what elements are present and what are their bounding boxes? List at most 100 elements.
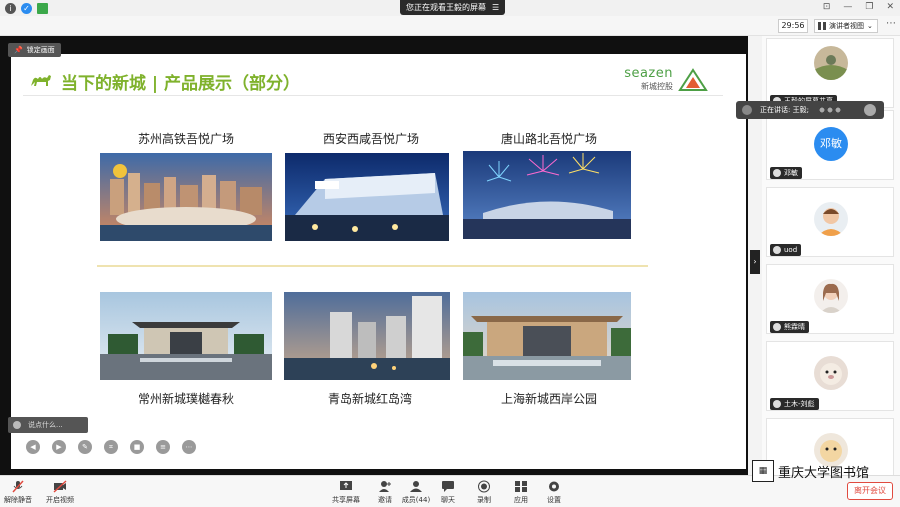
pen-icon[interactable]: ✎ bbox=[78, 440, 92, 454]
watermark: ▦ 重庆大学图书馆 bbox=[752, 460, 892, 482]
leave-meeting-button[interactable]: 离开会议 bbox=[847, 482, 893, 500]
audio-level-icon bbox=[818, 105, 842, 115]
project-photo bbox=[284, 292, 450, 380]
avatar bbox=[814, 202, 848, 236]
slide-header: 当下的新城 | 产品展示（部分） seazen 新城控股 bbox=[23, 64, 723, 96]
chevron-down-icon: ⌄ bbox=[867, 22, 873, 30]
members-button[interactable]: 成员(44) bbox=[398, 480, 434, 505]
view-mode-select[interactable]: 演讲者视图 ⌄ bbox=[814, 19, 878, 33]
share-screen-icon bbox=[339, 480, 353, 493]
speaking-indicator: 正在讲话: 王毅; bbox=[736, 101, 884, 119]
project-photo bbox=[463, 292, 631, 380]
chat-icon bbox=[441, 480, 455, 493]
lock-view-label: 锁定画面 bbox=[26, 46, 55, 54]
brand-logo: seazen 新城控股 bbox=[624, 66, 673, 92]
participant-tile[interactable]: uod bbox=[766, 187, 894, 257]
minimize-icon[interactable]: — bbox=[843, 0, 852, 15]
project-card: 苏州高铁吾悦广场 bbox=[100, 130, 272, 241]
microphone-muted-icon bbox=[11, 480, 25, 493]
start-video-label: 开启视频 bbox=[46, 496, 74, 504]
security-shield-icon[interactable]: ✓ bbox=[21, 2, 32, 14]
participant-tile[interactable]: 熊霖晴 bbox=[766, 264, 894, 334]
pin-icon[interactable]: ⊡ bbox=[823, 0, 831, 15]
chat-label: 聊天 bbox=[441, 496, 455, 504]
project-caption: 上海新城西岸公园 bbox=[500, 392, 597, 406]
view-toolbar bbox=[0, 16, 900, 36]
project-caption: 西安西咸吾悦广场 bbox=[322, 132, 419, 146]
unmute-button[interactable]: 解除静音 bbox=[0, 480, 36, 505]
meeting-timer: 29:56 bbox=[778, 19, 808, 33]
settings-button[interactable]: 设置 bbox=[536, 480, 572, 505]
unmute-label: 解除静音 bbox=[4, 496, 32, 504]
gear-icon bbox=[547, 480, 561, 493]
project-card: 唐山路北吾悦广场 bbox=[463, 130, 635, 239]
presentation-slide: 当下的新城 | 产品展示（部分） seazen 新城控股 苏州高铁吾悦广场 西安… bbox=[11, 54, 746, 469]
project-caption: 常州新城璞樾春秋 bbox=[137, 392, 234, 406]
brand-mark-icon bbox=[678, 68, 708, 91]
screenshot-icon[interactable]: ⌗ bbox=[104, 440, 118, 454]
library-logo-icon: ▦ bbox=[752, 460, 774, 482]
prev-icon[interactable]: ◀ bbox=[26, 440, 40, 454]
apps-icon bbox=[514, 480, 528, 493]
speaking-text: 正在讲话: 王毅; bbox=[760, 106, 809, 114]
slide-title: 当下的新城 | 产品展示（部分） bbox=[61, 74, 301, 94]
section-divider bbox=[97, 265, 648, 267]
participant-tile[interactable]: 土木-刘彪 bbox=[766, 341, 894, 411]
participant-tile[interactable]: 邓敏 邓敏 bbox=[766, 110, 894, 180]
brand-chinese: 新城控股 bbox=[641, 82, 673, 91]
camel-logo-icon bbox=[31, 75, 51, 86]
avatar bbox=[814, 279, 848, 313]
share-screen-label: 共享屏幕 bbox=[332, 496, 360, 504]
record-label: 录制 bbox=[477, 496, 491, 504]
project-photo bbox=[285, 153, 457, 241]
window-controls: ⊡ — ❐ ✕ bbox=[823, 0, 894, 15]
view-options-icon[interactable]: ☰ bbox=[492, 3, 499, 12]
info-icon[interactable]: i bbox=[5, 2, 16, 14]
invite-label: 邀请 bbox=[378, 496, 392, 504]
share-screen-button[interactable]: 共享屏幕 bbox=[328, 480, 364, 505]
video-off-icon bbox=[53, 480, 67, 493]
project-photo bbox=[463, 151, 631, 239]
camera-icon[interactable]: ■ bbox=[130, 440, 144, 454]
project-card: 常州新城璞樾春秋 bbox=[100, 292, 272, 407]
members-label: 成员(44) bbox=[401, 496, 431, 504]
invite-icon bbox=[378, 480, 392, 493]
chat-input[interactable]: 说点什么... bbox=[8, 417, 88, 433]
record-button[interactable]: 录制 bbox=[466, 480, 502, 505]
project-caption: 青岛新城红岛湾 bbox=[327, 392, 412, 406]
participant-name: 熊霖晴 bbox=[770, 321, 809, 333]
record-icon bbox=[477, 480, 491, 493]
close-icon[interactable]: ✕ bbox=[886, 0, 894, 15]
start-video-button[interactable]: 开启视频 bbox=[42, 480, 78, 505]
avatar bbox=[814, 356, 848, 390]
view-mode-label: 演讲者视图 bbox=[829, 22, 864, 30]
more-icon[interactable]: ⋯ bbox=[182, 440, 196, 454]
avatar bbox=[814, 46, 848, 80]
brand-english: seazen bbox=[624, 66, 673, 81]
viewing-screen-banner[interactable]: 您正在观看王毅的屏幕 ☰ bbox=[400, 0, 506, 15]
collapse-panel-button[interactable]: › bbox=[750, 250, 760, 274]
maximize-icon[interactable]: ❐ bbox=[865, 0, 873, 15]
participant-name: 邓敏 bbox=[770, 167, 802, 179]
project-photo bbox=[100, 292, 272, 380]
participant-name: 土木-刘彪 bbox=[770, 398, 819, 410]
apps-label: 应用 bbox=[514, 496, 528, 504]
pin-icon: 📌 bbox=[14, 46, 23, 54]
play-icon[interactable]: ▶ bbox=[52, 440, 66, 454]
caption-icon[interactable]: ≡ bbox=[156, 440, 170, 454]
apps-button[interactable]: 应用 bbox=[503, 480, 539, 505]
project-card: 上海新城西岸公园 bbox=[463, 292, 635, 407]
more-options-icon[interactable]: ⋯ bbox=[886, 18, 896, 29]
project-card: 青岛新城红岛湾 bbox=[284, 292, 456, 407]
settings-label: 设置 bbox=[547, 496, 561, 504]
members-icon bbox=[409, 480, 423, 493]
viewing-screen-text: 您正在观看王毅的屏幕 bbox=[406, 3, 486, 12]
chat-button[interactable]: 聊天 bbox=[430, 480, 466, 505]
participant-tile[interactable]: 王毅的屏幕共享 bbox=[766, 38, 894, 108]
signal-strength-icon[interactable] bbox=[37, 2, 48, 14]
project-card: 西安西咸吾悦广场 bbox=[285, 130, 457, 241]
watermark-text: 重庆大学图书馆 bbox=[778, 465, 870, 481]
share-icon[interactable] bbox=[864, 104, 876, 116]
lock-view-button[interactable]: 📌 锁定画面 bbox=[8, 43, 61, 57]
project-photo bbox=[100, 153, 272, 241]
